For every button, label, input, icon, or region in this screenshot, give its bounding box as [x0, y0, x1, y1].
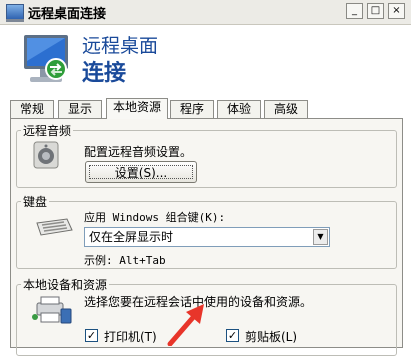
audio-settings-button[interactable]: 设置(S)... — [85, 161, 197, 183]
devices-icon — [32, 296, 72, 324]
keyboard-icon — [36, 218, 73, 236]
header-title: 连接 — [82, 61, 127, 86]
keyboard-example: 示例: Alt+Tab — [84, 252, 166, 268]
printer-label[interactable]: 打印机(T) — [104, 328, 157, 345]
audio-description: 配置远程音频设置。 — [84, 145, 193, 159]
tab-advanced[interactable]: 高级 — [264, 100, 308, 118]
keyboard-legend: 键盘 — [23, 195, 48, 209]
local-devices-legend: 本地设备和资源 — [23, 278, 108, 292]
chevron-down-icon[interactable]: ▼ — [313, 229, 328, 245]
speaker-icon — [33, 141, 59, 169]
windows-key-combo-label: 应用 Windows 组合键(K): — [84, 209, 225, 225]
remote-desktop-app-icon — [6, 4, 24, 22]
audio-settings-button-label: 设置(S)... — [89, 165, 193, 180]
annotation-arrow-icon — [167, 304, 204, 346]
tab-programs[interactable]: 程序 — [170, 100, 214, 118]
windows-key-combo-text: 应用 Windows 组合键(K): — [84, 211, 226, 224]
title-bar: 远程桌面连接 _ □ × — [0, 0, 411, 25]
clipboard-label[interactable]: 剪贴板(L) — [245, 328, 297, 345]
printer-checkbox[interactable]: ✓ — [85, 329, 98, 342]
window-title: 远程桌面连接 — [28, 7, 107, 22]
windows-key-combo-select[interactable]: 仅在全屏显示时 ▼ — [84, 227, 330, 247]
maximize-button[interactable]: □ — [367, 3, 384, 19]
windows-key-combo-value: 仅在全屏显示时 — [89, 230, 174, 244]
keyboard-example-text: 示例: Alt+Tab — [84, 254, 166, 267]
tab-experience[interactable]: 体验 — [217, 100, 261, 118]
monitor-connection-icon — [24, 35, 68, 82]
remote-audio-legend: 远程音频 — [23, 124, 72, 138]
minimize-button[interactable]: _ — [346, 3, 363, 19]
remote-audio-group: 远程音频 — [16, 122, 397, 188]
tab-local-resources[interactable]: 本地资源 — [106, 98, 168, 119]
tab-display[interactable]: 显示 — [58, 100, 102, 118]
tab-general[interactable]: 常规 — [10, 100, 54, 118]
tab-strip: 常规 显示 本地资源 程序 体验 高级 — [10, 98, 405, 119]
header-subtitle: 远程桌面 — [82, 35, 159, 57]
clipboard-checkbox[interactable]: ✓ — [226, 329, 239, 342]
close-button[interactable]: × — [388, 3, 405, 19]
header-banner: 远程桌面 连接 — [0, 25, 411, 97]
